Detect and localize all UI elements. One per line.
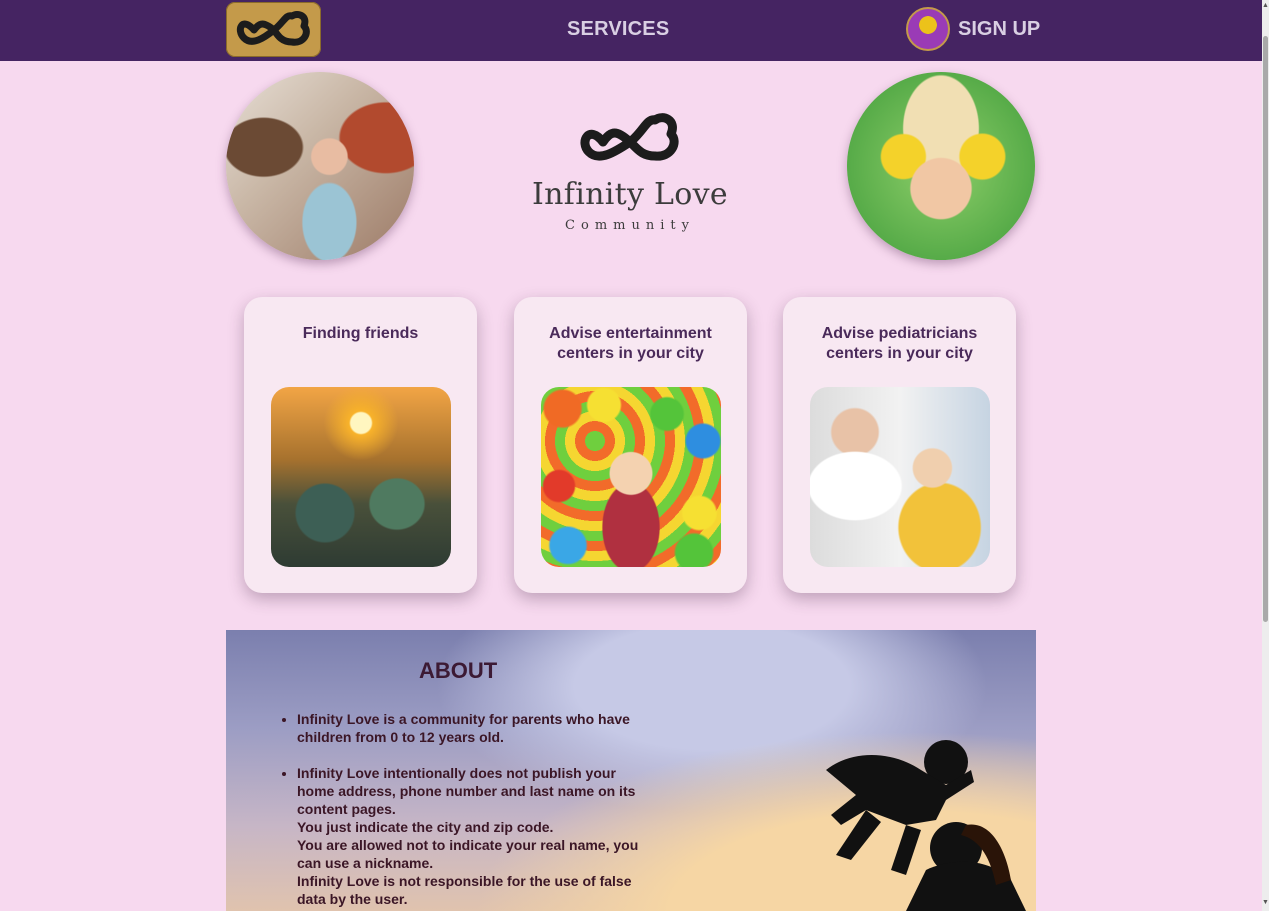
service-card-pediatricians[interactable]: Advise pediatricians centers in your cit… [783,297,1016,593]
top-navigation-bar: SERVICES SIGN UP [0,0,1262,61]
card-title: Finding friends [302,325,419,342]
doctor-photo [810,387,990,567]
infinity-heart-logo-icon [236,10,310,46]
brand-logo: Infinity Love Community [530,108,730,233]
service-card-entertainment[interactable]: Advise entertainment centers in your cit… [514,297,747,593]
child-photo [847,72,1035,260]
about-text: You are allowed not to indicate your rea… [297,837,639,871]
services-link[interactable]: SERVICES [567,18,669,41]
brand-name: Infinity Love [532,177,728,212]
scrollbar-thumb[interactable] [1263,36,1268,622]
about-text: Infinity Love is a community for parents… [297,711,630,745]
list-item: Infinity Love intentionally does not pub… [297,764,657,908]
about-list: Infinity Love is a community for parents… [279,710,657,911]
about-section: ABOUT Infinity Love is a community for p… [226,630,1036,911]
home-logo-icon[interactable] [226,2,321,57]
ball-pit-photo [541,387,721,567]
infinity-heart-logo-icon [580,113,679,161]
service-card-friends[interactable]: Finding friends [244,297,477,593]
list-item: Infinity Love is a community for parents… [297,710,657,746]
about-text: Infinity Love intentionally does not pub… [297,765,636,817]
about-title: ABOUT [419,658,498,683]
about-text: You just indicate the city and zip code. [297,819,554,835]
card-title: Advise pediatricians centers in your cit… [821,325,978,362]
brand-subtitle: Community [565,218,695,233]
about-text: Infinity Love is not responsible for the… [297,873,632,907]
page-scrollbar[interactable]: ▲ ▼ [1262,0,1269,911]
scroll-up-arrow-icon[interactable]: ▲ [1262,2,1269,12]
card-title: Advise entertainment centers in your cit… [549,325,712,362]
sign-up-link[interactable]: SIGN UP [958,18,1040,41]
parent-child-silhouette [826,740,1026,911]
family-photo [226,72,414,260]
user-avatar-icon[interactable] [906,7,950,51]
friends-photo [271,387,451,567]
scroll-down-arrow-icon[interactable]: ▼ [1262,899,1269,909]
